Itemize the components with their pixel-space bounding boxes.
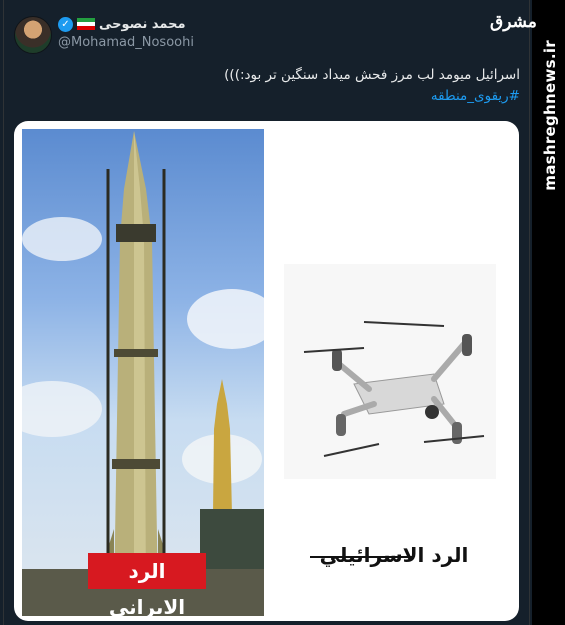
strikethrough-line <box>310 556 414 558</box>
iran-response-label: الرد الايراني <box>88 553 206 616</box>
tweet-media[interactable]: الرد الايراني الرد الاسرائيلي <box>14 121 519 621</box>
drone-illustration <box>303 321 485 457</box>
watermark-logo: مشرق <box>490 12 537 32</box>
israel-response-text: الرد الاسرائيلي <box>319 543 469 567</box>
tweet-text: اسرائیل میومد لب مرز فحش میداد سنگین تر … <box>224 67 520 83</box>
author-name-row[interactable]: ✓ محمد نصوحی <box>58 15 186 33</box>
timeline-border-right <box>529 0 530 625</box>
hashtag-link[interactable]: #ریقوی_منطقه <box>50 86 520 107</box>
israel-response-label: الرد الاسرائيلي <box>304 539 484 571</box>
timeline-border-left <box>3 0 4 625</box>
author-handle[interactable]: @Mohamad_Nosoohi <box>58 35 194 50</box>
iran-flag-icon <box>77 18 95 30</box>
drone-photo <box>284 264 496 479</box>
tweet-header: ✓ محمد نصوحی @Mohamad_Nosoohi <box>14 14 314 54</box>
author-display-name[interactable]: محمد نصوحی <box>99 17 186 32</box>
avatar[interactable] <box>14 16 52 54</box>
watermark-site: mashreghnews.ir <box>541 40 559 191</box>
missile-illustration <box>22 131 264 616</box>
missile-photo: الرد الايراني <box>22 129 264 616</box>
verified-badge-icon: ✓ <box>58 16 73 32</box>
tweet-body: اسرائیل میومد لب مرز فحش میداد سنگین تر … <box>50 65 520 107</box>
